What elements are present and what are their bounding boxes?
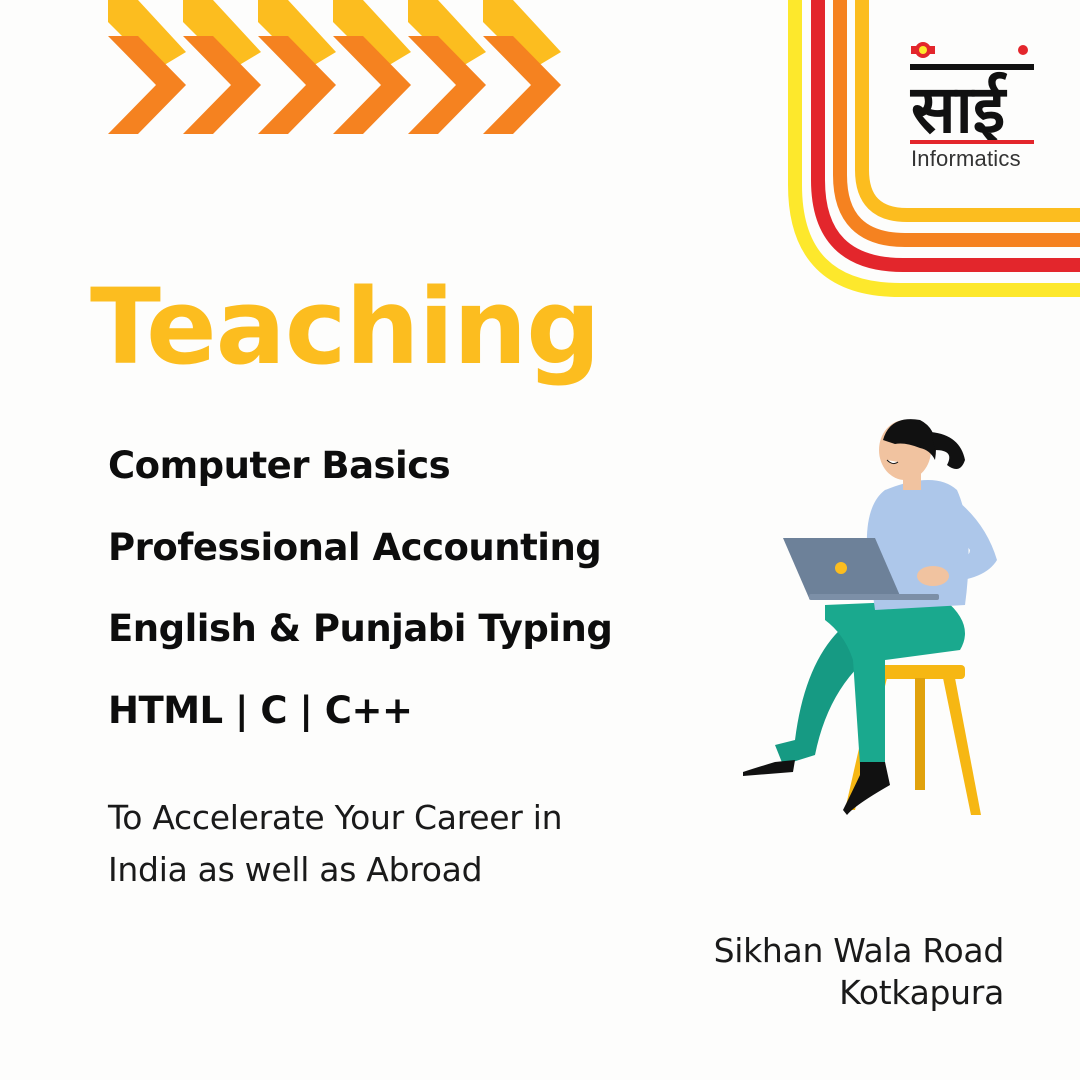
course-item: Computer Basics [108, 444, 451, 487]
woman-with-laptop-illustration [743, 419, 997, 815]
address-line: Sikhan Wala Road [713, 931, 1005, 970]
tagline-line: To Accelerate Your Career in [108, 798, 563, 837]
logo-glyph: साई [909, 71, 1008, 146]
sai-logo-mark: साई [909, 42, 1034, 148]
brand-logo: साई Informatics [905, 36, 1045, 176]
course-item: HTML | C | C++ [108, 689, 413, 732]
brand-name: Informatics [911, 146, 1021, 171]
tagline-line: India as well as Abroad [108, 850, 483, 889]
address-line: Kotkapura [839, 973, 1004, 1012]
tagline: To Accelerate Your Career in India as we… [108, 792, 708, 896]
course-item: English & Punjabi Typing [108, 607, 613, 650]
course-item: Professional Accounting [108, 526, 602, 569]
address: Sikhan Wala Road Kotkapura [713, 930, 1005, 1014]
page-title: Teaching [90, 266, 601, 388]
